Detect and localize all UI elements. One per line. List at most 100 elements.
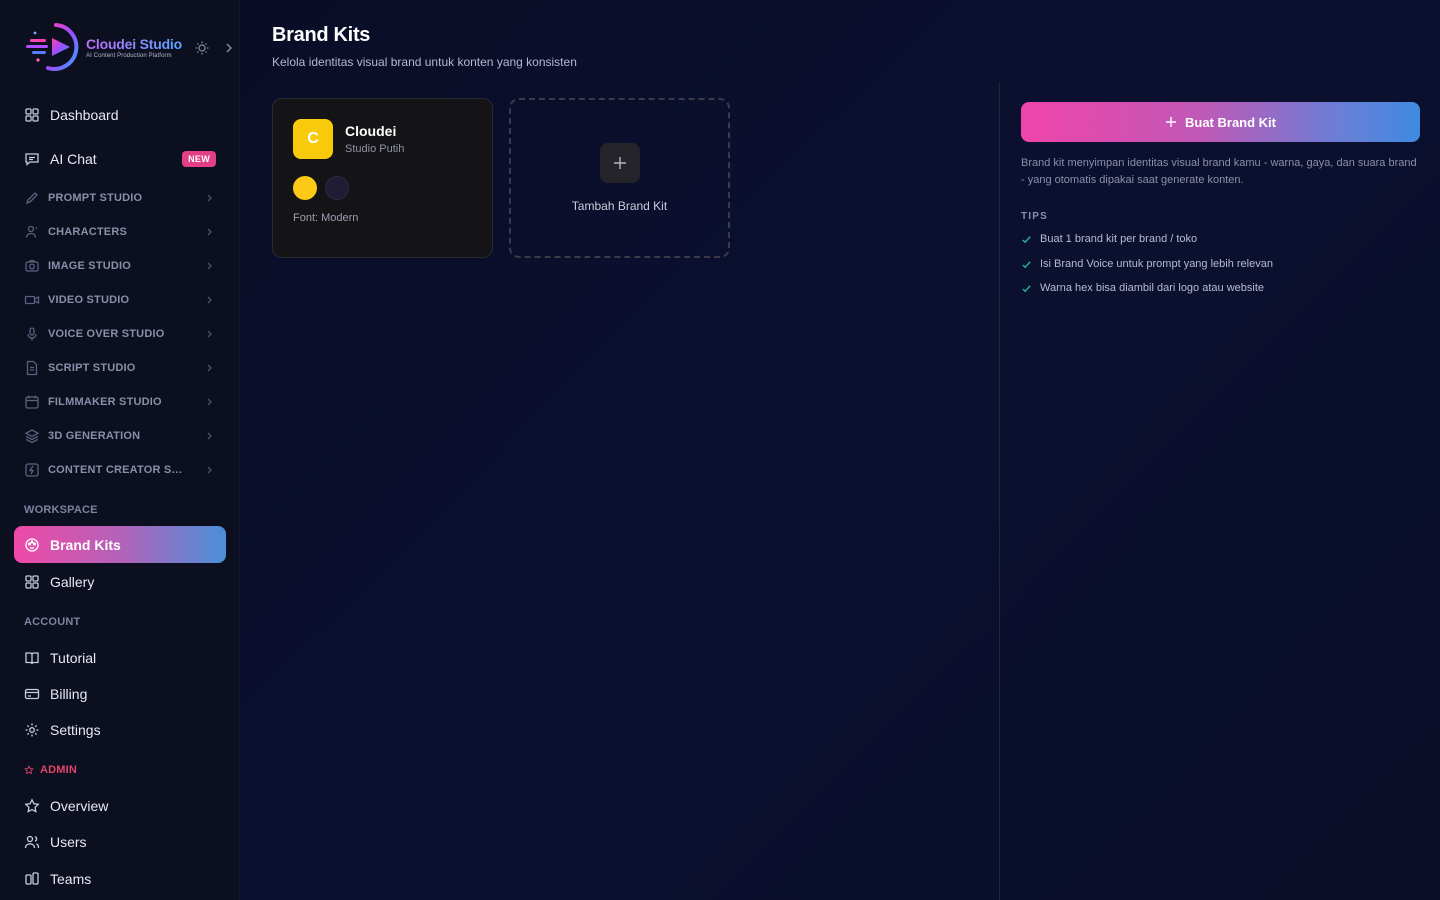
tip-text: Warna hex bisa diambil dari logo atau we… bbox=[1040, 282, 1264, 294]
nav-label: Gallery bbox=[50, 574, 95, 590]
layers-icon bbox=[24, 429, 40, 444]
chevron-right-icon bbox=[207, 330, 212, 338]
section-label: VIDEO STUDIO bbox=[48, 294, 130, 306]
check-icon bbox=[1022, 235, 1031, 243]
nav-label: Users bbox=[50, 834, 87, 850]
grid-icon bbox=[25, 575, 39, 589]
chevron-right-icon bbox=[207, 194, 212, 202]
teams-icon bbox=[25, 872, 39, 885]
nav-label: Brand Kits bbox=[50, 536, 121, 553]
camera-icon bbox=[25, 259, 39, 272]
admin-label: ADMIN bbox=[40, 764, 78, 776]
admin-group-label: ADMIN bbox=[24, 764, 77, 776]
card-icon bbox=[24, 688, 40, 700]
check-icon bbox=[1022, 284, 1031, 292]
brand-kit-font: Font: Modern bbox=[293, 212, 359, 224]
color-swatch bbox=[325, 176, 349, 200]
logo-icon bbox=[26, 23, 79, 71]
nav-prompt-studio[interactable]: PROMPT STUDIO bbox=[14, 181, 226, 215]
tip-item: Isi Brand Voice untuk prompt yang lebih … bbox=[1021, 258, 1273, 270]
section-label: CONTENT CREATOR STUDIO bbox=[48, 464, 188, 476]
nav-overview[interactable]: Overview bbox=[14, 789, 226, 823]
nav-label: Dashboard bbox=[50, 107, 119, 123]
nav-image-studio[interactable]: IMAGE STUDIO bbox=[14, 249, 226, 283]
nav-tutorial[interactable]: Tutorial bbox=[14, 641, 226, 675]
nav-label: Overview bbox=[50, 798, 109, 814]
nav-script-studio[interactable]: SCRIPT STUDIO bbox=[14, 351, 226, 385]
page-subtitle: Kelola identitas visual brand untuk kont… bbox=[272, 55, 577, 69]
tip-item: Buat 1 brand kit per brand / toko bbox=[1021, 233, 1197, 245]
palette-icon bbox=[25, 537, 39, 552]
create-brand-kit-button[interactable]: Buat Brand Kit bbox=[1021, 102, 1420, 142]
tips-title: TIPS bbox=[1021, 211, 1049, 222]
nav-users[interactable]: Users bbox=[14, 825, 226, 859]
page-title: Brand Kits bbox=[272, 24, 371, 46]
calendar-icon bbox=[25, 395, 39, 409]
nav-video-studio[interactable]: VIDEO STUDIO bbox=[14, 283, 226, 317]
nav-label: Tutorial bbox=[50, 650, 97, 666]
nav-ai-chat[interactable]: AI Chat NEW bbox=[14, 142, 226, 176]
section-label: FILMMAKER STUDIO bbox=[48, 396, 162, 408]
mic-icon bbox=[27, 327, 37, 341]
star-icon bbox=[24, 798, 40, 813]
user-icon bbox=[25, 225, 38, 238]
brand-kit-avatar: C bbox=[293, 119, 333, 159]
chevron-right-icon bbox=[207, 262, 212, 270]
chevron-right-icon[interactable] bbox=[224, 40, 234, 56]
main-content: Brand Kits Kelola identitas visual brand… bbox=[240, 0, 1440, 900]
star-icon bbox=[24, 765, 34, 775]
new-badge: NEW bbox=[182, 151, 216, 167]
sun-icon[interactable] bbox=[194, 40, 210, 56]
nav-3d-generation[interactable]: 3D GENERATION bbox=[14, 419, 226, 453]
account-group-label: ACCOUNT bbox=[24, 616, 81, 628]
nav-content-creator-studio[interactable]: CONTENT CREATOR STUDIO bbox=[14, 453, 226, 487]
video-icon bbox=[24, 295, 40, 305]
chevron-right-icon bbox=[207, 364, 212, 372]
tip-item: Warna hex bisa diambil dari logo atau we… bbox=[1021, 282, 1264, 294]
nav-label: Billing bbox=[50, 686, 88, 702]
brand-kit-description: Studio Putih bbox=[345, 143, 405, 155]
gear-icon bbox=[25, 723, 39, 737]
section-label: IMAGE STUDIO bbox=[48, 260, 132, 272]
bolt-icon bbox=[25, 463, 39, 477]
section-label: PROMPT STUDIO bbox=[48, 192, 143, 204]
nav-billing[interactable]: Billing bbox=[14, 677, 226, 711]
check-icon bbox=[1022, 260, 1031, 268]
section-label: CHARACTERS bbox=[48, 226, 127, 238]
nav-voice-over-studio[interactable]: VOICE OVER STUDIO bbox=[14, 317, 226, 351]
brand-kit-name: Cloudei bbox=[345, 123, 397, 139]
nav-characters[interactable]: CHARACTERS bbox=[14, 215, 226, 249]
nav-filmmaker-studio[interactable]: FILMMAKER STUDIO bbox=[14, 385, 226, 419]
plus-icon bbox=[600, 143, 640, 183]
nav-dashboard[interactable]: Dashboard bbox=[14, 98, 226, 132]
book-icon bbox=[25, 652, 39, 665]
chevron-right-icon bbox=[207, 228, 212, 236]
chat-icon bbox=[25, 153, 39, 166]
nav-label: Teams bbox=[50, 871, 92, 887]
nav-label: Settings bbox=[50, 722, 101, 738]
panel-divider bbox=[999, 82, 1000, 900]
plus-icon bbox=[1166, 117, 1176, 127]
users-icon bbox=[24, 835, 40, 849]
color-swatch bbox=[293, 176, 317, 200]
workspace-group-label: WORKSPACE bbox=[24, 504, 98, 516]
chevron-right-icon bbox=[207, 398, 212, 406]
add-brand-kit-card[interactable]: Tambah Brand Kit bbox=[509, 98, 730, 258]
dashboard-icon bbox=[25, 108, 39, 122]
brand-name: Cloudei Studio bbox=[86, 36, 182, 52]
nav-brand-kits[interactable]: Brand Kits bbox=[14, 526, 226, 563]
brand-kit-card[interactable]: C Cloudei Studio Putih Font: Modern bbox=[272, 98, 493, 258]
nav-gallery[interactable]: Gallery bbox=[14, 565, 226, 599]
add-brand-kit-label: Tambah Brand Kit bbox=[571, 199, 668, 213]
section-label: 3D GENERATION bbox=[48, 430, 141, 442]
chevron-right-icon bbox=[207, 432, 212, 440]
nav-label: AI Chat bbox=[50, 151, 97, 167]
tip-text: Isi Brand Voice untuk prompt yang lebih … bbox=[1040, 258, 1273, 270]
nav-teams[interactable]: Teams bbox=[14, 862, 226, 896]
info-text: Brand kit menyimpan identitas visual bra… bbox=[1021, 157, 1417, 186]
nav-settings[interactable]: Settings bbox=[14, 713, 226, 747]
brand-tagline: AI Content Production Platform bbox=[86, 53, 172, 59]
section-label: VOICE OVER STUDIO bbox=[48, 328, 165, 340]
document-icon bbox=[26, 360, 38, 376]
tip-text: Buat 1 brand kit per brand / toko bbox=[1040, 233, 1198, 245]
